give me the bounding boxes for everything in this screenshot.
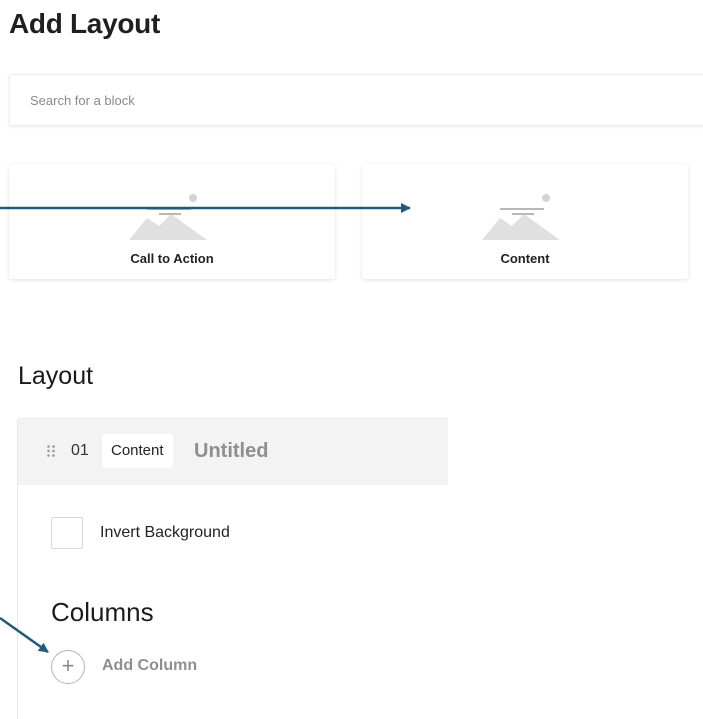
layout-row-header[interactable]: 01 Content Untitled xyxy=(18,419,448,485)
invert-background-label: Invert Background xyxy=(100,524,230,541)
row-title[interactable]: Untitled xyxy=(194,440,268,463)
block-thumbnail-icon xyxy=(482,194,560,240)
plus-icon: + xyxy=(61,653,75,678)
page-title: Add Layout xyxy=(9,8,160,39)
block-card-call-to-action[interactable]: Call to Action xyxy=(9,164,335,279)
layout-row-panel: 01 Content Untitled Invert Background Co… xyxy=(17,418,448,719)
block-card-label: Call to Action xyxy=(130,251,214,266)
block-search[interactable] xyxy=(9,74,703,126)
row-type-chip: Content xyxy=(102,434,173,468)
add-column-button[interactable]: + xyxy=(51,650,85,684)
block-card-content[interactable]: Content xyxy=(362,164,688,279)
invert-background-checkbox[interactable] xyxy=(51,517,83,549)
row-number: 01 xyxy=(71,442,89,459)
block-card-label: Content xyxy=(500,251,550,266)
block-thumbnail-icon xyxy=(129,194,207,240)
drag-handle-icon[interactable] xyxy=(46,444,56,458)
search-input[interactable] xyxy=(10,75,703,125)
add-column-label[interactable]: Add Column xyxy=(102,657,197,675)
layout-section-title: Layout xyxy=(18,362,94,390)
columns-heading: Columns xyxy=(51,597,154,627)
